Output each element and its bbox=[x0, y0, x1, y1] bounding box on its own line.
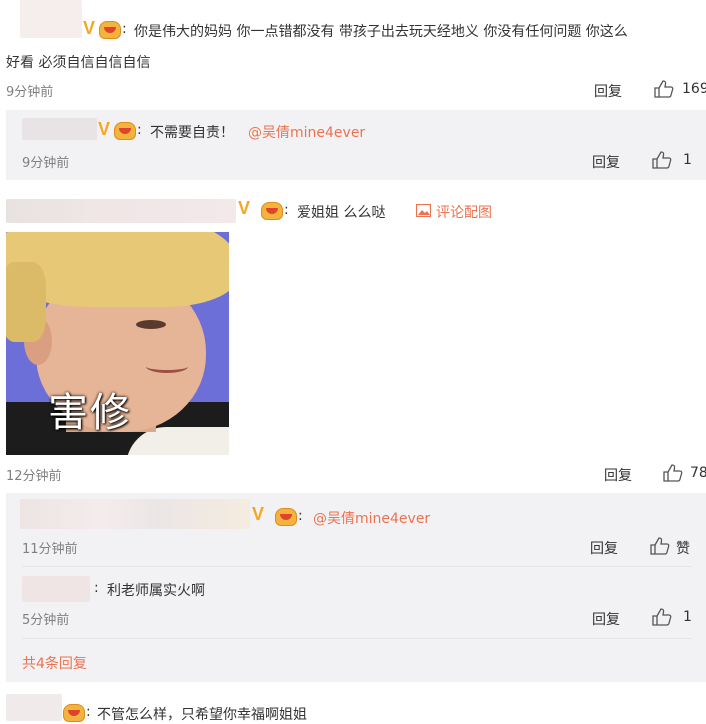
like-count: 78 bbox=[690, 465, 706, 481]
reply-divider bbox=[22, 638, 692, 639]
verified-icon: V bbox=[98, 119, 111, 139]
avatar-name-blur bbox=[22, 118, 97, 140]
like-icon[interactable] bbox=[654, 80, 674, 98]
reply-divider bbox=[22, 566, 692, 567]
comment-text: 不管怎么样，只希望你幸福啊姐姐 bbox=[97, 707, 307, 723]
avatar-name-blur bbox=[20, 499, 250, 529]
verified-icon: V bbox=[238, 198, 251, 218]
comment-text: 爱姐姐 么么哒 bbox=[297, 205, 386, 221]
reply-button[interactable]: 回复 bbox=[590, 538, 618, 558]
reply-button[interactable]: 回复 bbox=[592, 152, 620, 172]
fan-badge-icon bbox=[275, 508, 297, 526]
comment-text: 你是伟大的妈妈 你一点错都没有 带孩子出去玩天经地义 你没有任何问题 你这么 bbox=[134, 24, 628, 40]
mention-link[interactable]: @吴倩mine4ever bbox=[313, 508, 430, 528]
verified-icon: V bbox=[252, 504, 265, 524]
reply-text: 利老师属实火啊 bbox=[107, 583, 205, 599]
like-icon[interactable] bbox=[663, 464, 683, 482]
reply-button[interactable]: 回复 bbox=[592, 609, 620, 629]
image-caption: 害修 bbox=[48, 390, 132, 436]
reply-button[interactable]: 回复 bbox=[594, 81, 622, 101]
comment-image[interactable]: 害修 bbox=[6, 232, 229, 455]
image-eye bbox=[136, 320, 166, 329]
reply-time: 11分钟前 bbox=[22, 542, 78, 557]
avatar-name-blur bbox=[22, 576, 90, 602]
image-hair-side bbox=[6, 262, 46, 342]
reply-time: 5分钟前 bbox=[22, 613, 70, 628]
fan-badge-icon bbox=[114, 122, 136, 140]
like-count: 169 bbox=[682, 81, 706, 97]
comment-time: 9分钟前 bbox=[6, 85, 54, 100]
fan-badge-icon bbox=[63, 704, 85, 722]
comment-colon: : bbox=[122, 21, 127, 37]
more-replies-link[interactable]: 共4条回复 bbox=[22, 653, 87, 673]
reply-button[interactable]: 回复 bbox=[604, 465, 632, 485]
reply-text: 不需要自责！ bbox=[150, 125, 234, 141]
comment-time: 12分钟前 bbox=[6, 469, 62, 484]
fan-badge-icon bbox=[261, 202, 283, 220]
like-icon[interactable] bbox=[652, 151, 672, 169]
avatar-name-blur bbox=[6, 199, 236, 223]
like-label[interactable]: 赞 bbox=[676, 538, 690, 558]
reply-colon: : bbox=[137, 122, 142, 138]
mention-link[interactable]: @吴倩mine4ever bbox=[248, 122, 365, 142]
comment-text-continued: 好看 必须自信自信自信 bbox=[6, 55, 151, 71]
image-icon[interactable] bbox=[416, 204, 431, 217]
reply-colon: : bbox=[298, 508, 303, 524]
like-count: 1 bbox=[683, 152, 692, 168]
comment-colon: : bbox=[284, 202, 289, 218]
comment-colon: : bbox=[86, 704, 91, 720]
verified-icon: V bbox=[83, 18, 96, 38]
reply-colon: : bbox=[94, 580, 99, 596]
avatar-name-blur bbox=[20, 0, 82, 38]
like-icon[interactable] bbox=[652, 608, 672, 626]
reply-time: 9分钟前 bbox=[22, 156, 70, 171]
image-link[interactable]: 评论配图 bbox=[436, 202, 492, 222]
like-icon[interactable] bbox=[650, 537, 670, 555]
image-mouth bbox=[146, 360, 188, 373]
avatar-name-blur bbox=[6, 694, 62, 721]
like-count: 1 bbox=[683, 609, 692, 625]
fan-badge-icon bbox=[99, 21, 121, 39]
